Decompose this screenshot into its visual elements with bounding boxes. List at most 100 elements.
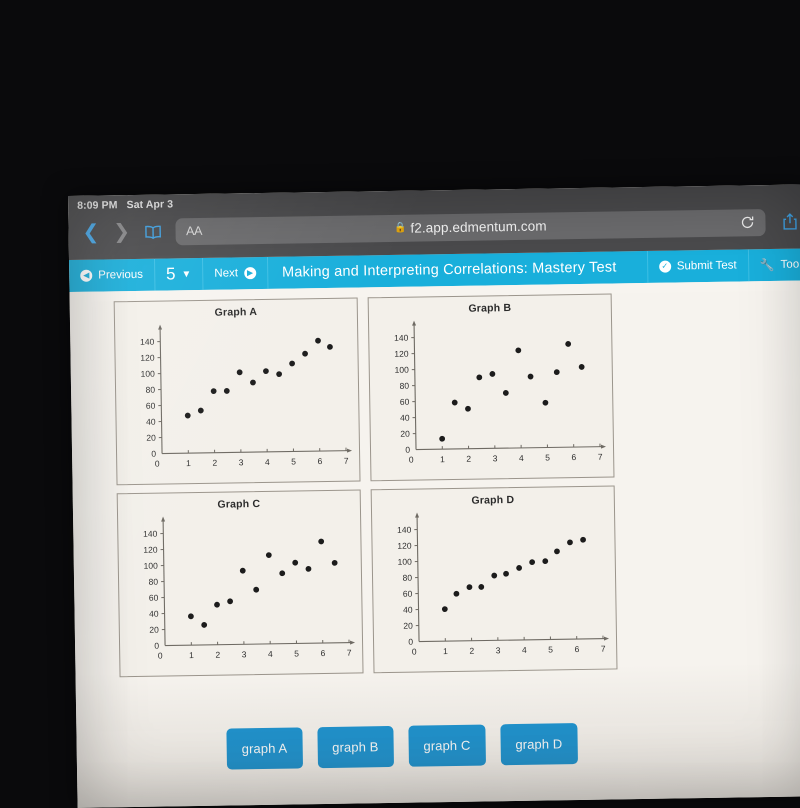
svg-text:20: 20 [403,621,413,631]
data-point [528,374,534,380]
scatter-svg: 02040608010012014012345670 [122,509,358,671]
data-point [442,606,448,612]
submit-test-label: Submit Test [677,260,737,273]
data-point [240,568,246,574]
data-point [580,537,586,543]
question-number-dropdown[interactable]: 5 ▼ [155,258,204,291]
svg-text:140: 140 [143,529,158,539]
url-text: f2.app.edmentum.com [410,218,546,235]
check-circle-icon: ✓ [659,261,671,273]
status-time: 8:09 PM [77,199,118,212]
svg-text:100: 100 [144,561,159,571]
answer-button-graph-b[interactable]: graph B [317,726,394,768]
reload-icon[interactable] [740,215,754,229]
data-point [263,368,269,374]
svg-text:1: 1 [186,458,191,468]
svg-text:6: 6 [317,456,322,466]
svg-text:3: 3 [239,457,244,467]
next-button[interactable]: Next ▶ [203,257,268,290]
data-point [516,565,522,571]
tools-button[interactable]: 🔧 Too [748,248,800,281]
svg-text:40: 40 [400,413,410,423]
data-point [214,602,220,608]
svg-text:0: 0 [409,455,414,465]
svg-text:0: 0 [154,641,159,651]
graphs-figure: Graph A 02040608010012014012345670 Graph… [92,291,799,732]
previous-label: Previous [98,269,143,282]
data-point [439,436,445,442]
answer-button-graph-c[interactable]: graph C [408,725,486,767]
svg-text:4: 4 [522,645,527,655]
svg-text:1: 1 [189,650,194,660]
svg-text:0: 0 [158,651,163,661]
svg-text:120: 120 [394,349,409,359]
svg-text:0: 0 [405,445,410,455]
data-point [198,408,204,414]
scatter-svg: 02040608010012014012345670 [119,317,355,479]
graph-panel-c: Graph C 02040608010012014012345670 [117,489,364,677]
data-point [515,347,521,353]
svg-text:20: 20 [400,429,410,439]
svg-text:140: 140 [394,333,409,343]
svg-text:2: 2 [469,646,474,656]
chevron-left-icon[interactable]: ❮ [82,223,99,243]
arrow-left-circle-icon: ◀ [80,270,92,282]
svg-text:0: 0 [408,637,413,647]
svg-text:3: 3 [496,645,501,655]
svg-text:4: 4 [268,649,273,659]
data-point [476,374,482,380]
data-point [579,364,585,370]
data-point [306,566,312,572]
data-point [227,598,233,604]
svg-text:60: 60 [400,397,410,407]
data-point [318,539,324,545]
data-point [315,338,321,344]
tools-label: Too [781,259,800,271]
chevron-down-icon: ▼ [181,269,191,280]
data-point [452,400,458,406]
graph-b-plot: 02040608010012014012345670 [373,313,609,475]
book-icon[interactable] [144,224,161,239]
lock-icon: 🔒 [394,222,407,233]
svg-text:7: 7 [347,648,352,658]
svg-text:7: 7 [598,452,603,462]
svg-text:6: 6 [574,644,579,654]
share-icon[interactable] [779,212,800,230]
svg-text:3: 3 [242,649,247,659]
data-point [302,351,308,357]
svg-text:100: 100 [395,365,410,375]
browser-chrome: 8:09 PM Sat Apr 3 ❮ ❯ AA 🔒 f2.app.edment… [68,184,800,260]
scatter-svg: 02040608010012014012345670 [376,505,612,667]
data-point [185,413,191,419]
data-point [478,584,484,590]
submit-test-button[interactable]: ✓ Submit Test [648,249,749,283]
status-date: Sat Apr 3 [126,198,173,211]
previous-button[interactable]: ◀ Previous [69,259,155,292]
text-size-button[interactable]: AA [186,224,202,238]
data-point [554,369,560,375]
data-point [327,344,333,350]
chevron-right-icon[interactable]: ❯ [113,222,130,242]
data-point [266,552,272,558]
url-display: 🔒 f2.app.edmentum.com [175,215,766,239]
svg-text:100: 100 [398,557,413,567]
svg-text:100: 100 [141,369,156,379]
address-bar[interactable]: AA 🔒 f2.app.edmentum.com [175,209,766,245]
data-point [224,388,230,394]
svg-text:5: 5 [291,456,296,466]
svg-text:2: 2 [212,458,217,468]
svg-text:1: 1 [443,646,448,656]
svg-text:40: 40 [149,609,159,619]
data-point [529,559,535,565]
arrow-right-circle-icon: ▶ [244,267,256,279]
wrench-icon: 🔧 [760,258,775,272]
graph-a-plot: 02040608010012014012345670 [119,317,355,479]
answer-button-graph-d[interactable]: graph D [500,723,578,765]
svg-text:0: 0 [151,449,156,459]
data-point [289,361,295,367]
data-point [253,587,259,593]
svg-text:80: 80 [149,577,159,587]
answer-button-graph-a[interactable]: graph A [226,727,302,769]
svg-text:40: 40 [403,605,413,615]
answer-options: graph A graph B graph C graph D [226,723,577,770]
